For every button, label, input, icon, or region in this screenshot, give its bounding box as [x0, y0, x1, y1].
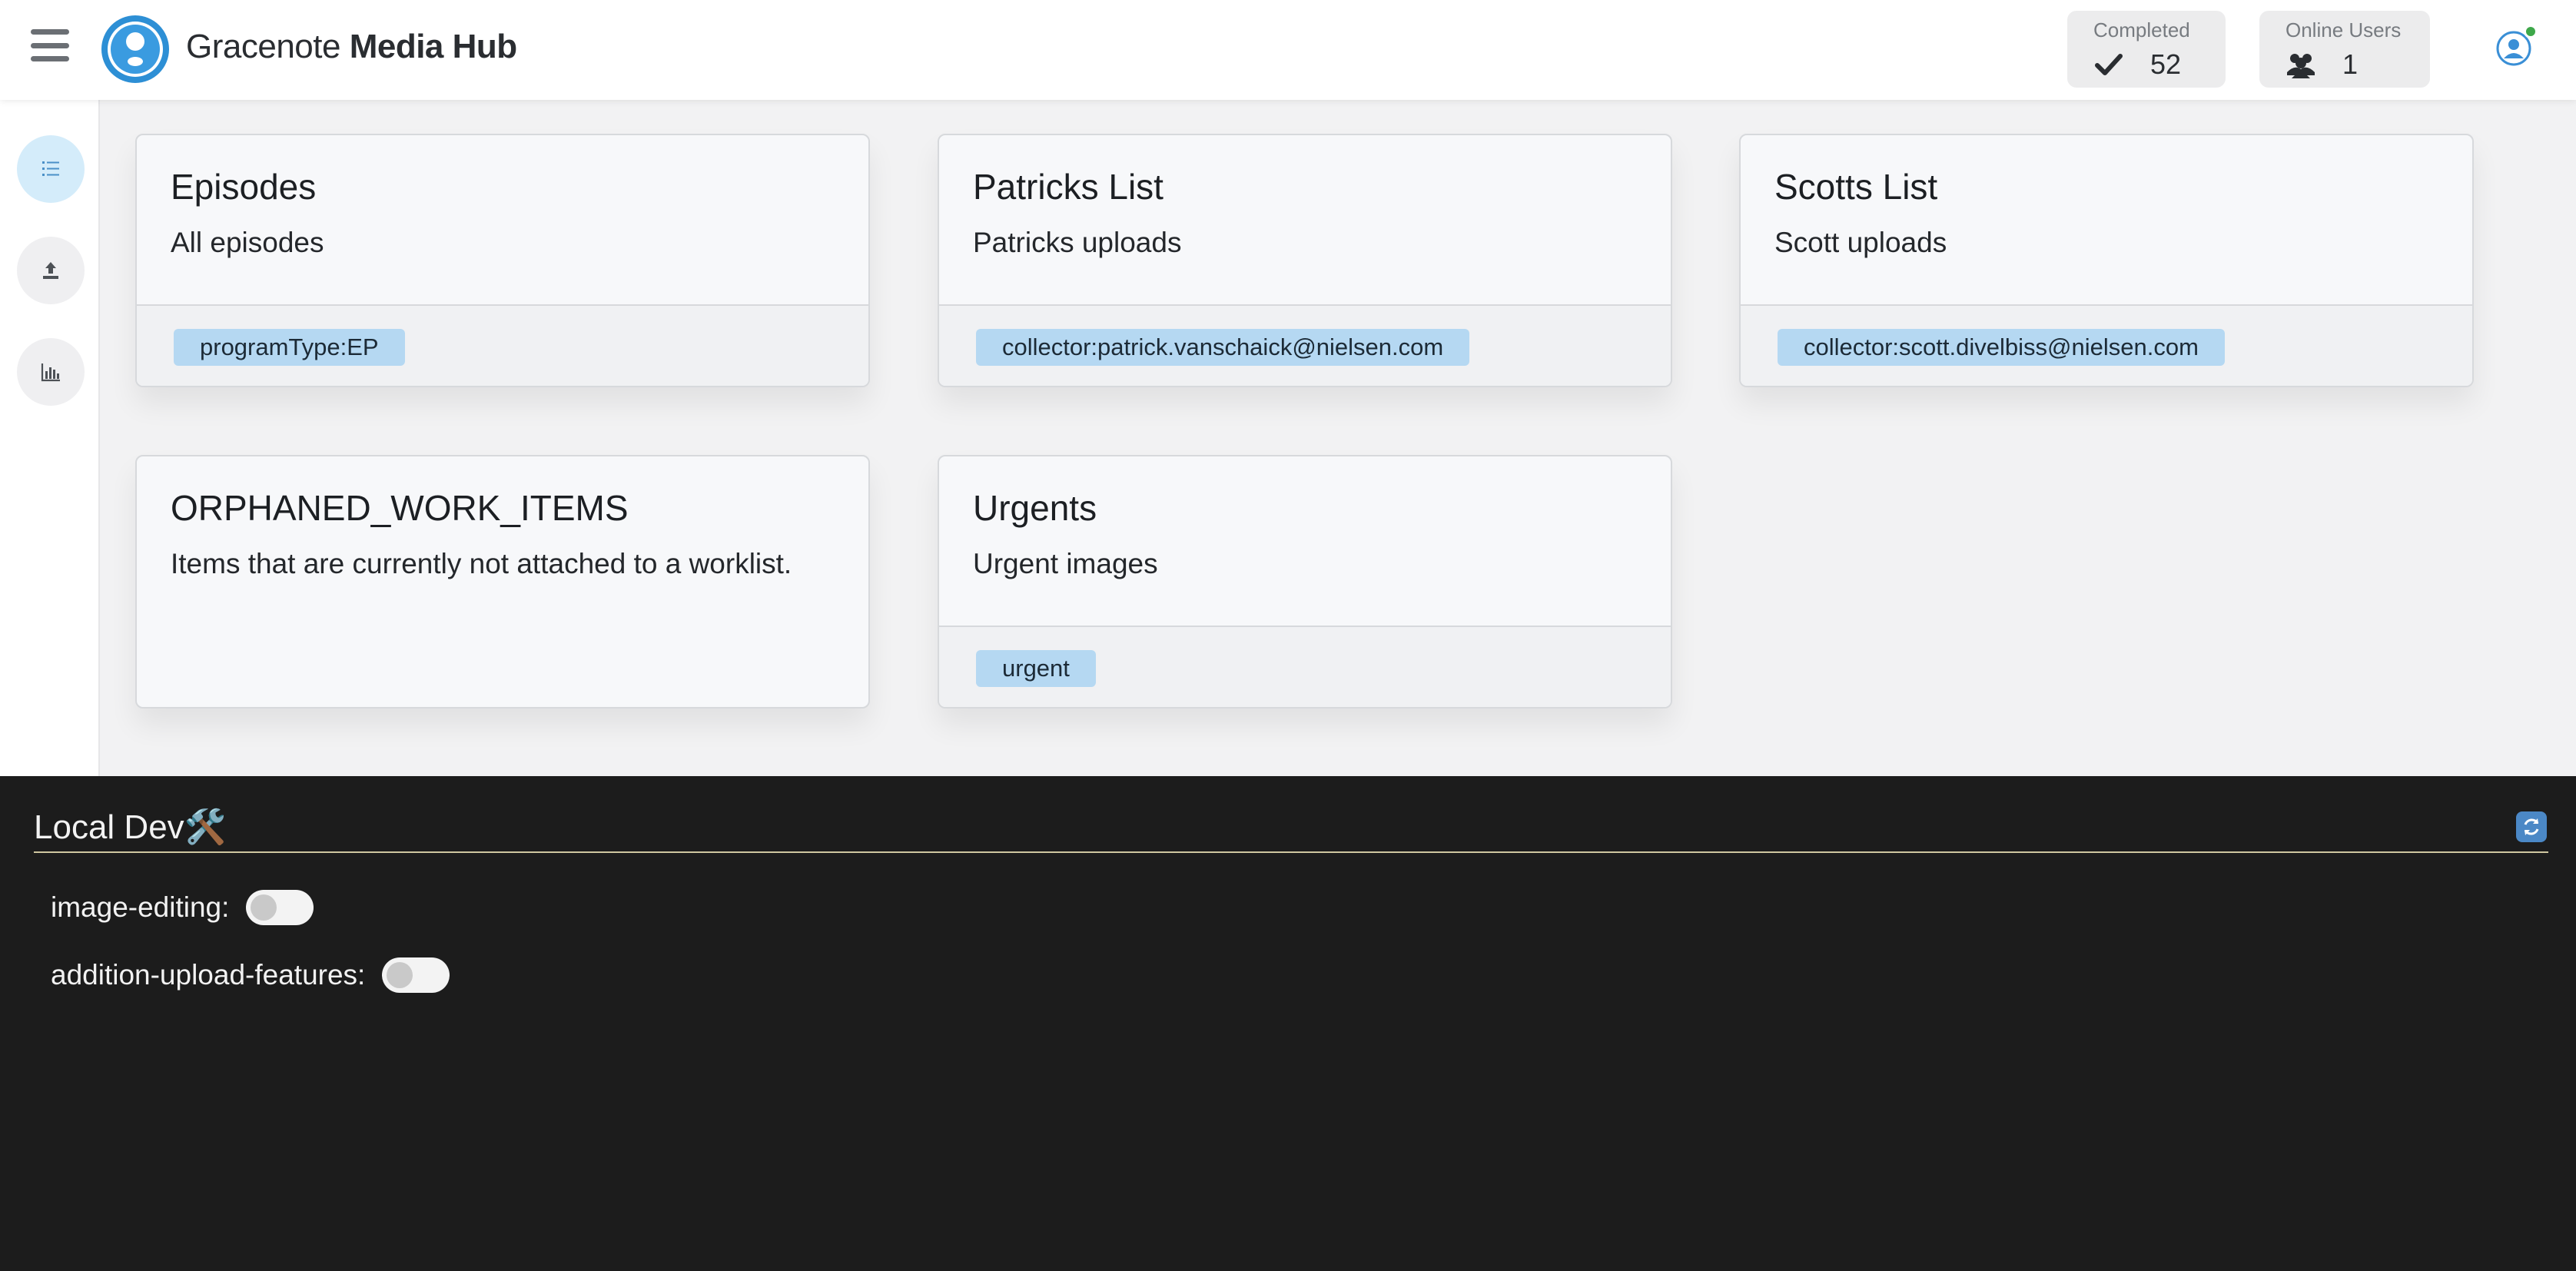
gracenote-logo [101, 15, 169, 83]
card-title: Urgents [973, 488, 1097, 528]
tag-chip: programType:EP [174, 329, 405, 366]
refresh-icon [2524, 818, 2539, 835]
refresh-button[interactable] [2516, 811, 2547, 842]
online-users-count: 1 [2342, 48, 2359, 80]
worklist-card-episodes[interactable]: Episodes All episodes programType:EP [135, 134, 870, 387]
completed-stat: Completed 52 [2067, 11, 2226, 88]
analytics-nav-button[interactable] [17, 338, 85, 406]
card-title: Patricks List [973, 167, 1164, 207]
tag-chip: urgent [976, 650, 1096, 687]
upload-icon [43, 262, 58, 279]
upload-nav-button[interactable] [17, 237, 85, 304]
card-description: Urgent images [973, 548, 1158, 579]
card-footer: urgent [939, 626, 1671, 707]
worklists-nav-button[interactable] [17, 135, 85, 203]
card-footer: collector:patrick.vanschaick@nielsen.com [939, 304, 1671, 386]
card-description: Items that are currently not attached to… [171, 548, 792, 579]
card-title: ORPHANED_WORK_ITEMS [171, 488, 629, 528]
menu-icon[interactable] [31, 29, 69, 61]
worklist-card-patricks-list[interactable]: Patricks List Patricks uploads collector… [938, 134, 1672, 387]
dev-panel-divider [34, 851, 2548, 853]
card-description: Scott uploads [1774, 227, 1947, 258]
worklist-card-urgents[interactable]: Urgents Urgent images urgent [938, 455, 1672, 709]
users-icon [2287, 54, 2315, 78]
flag-row-image-editing: image-editing: [51, 890, 314, 925]
local-dev-panel: Local Dev🛠️ image-editing: addition-uplo… [0, 776, 2576, 1271]
addition-upload-features-toggle[interactable] [382, 957, 450, 993]
image-editing-toggle[interactable] [246, 890, 314, 925]
tag-chip: collector:scott.divelbiss@nielsen.com [1778, 329, 2225, 366]
card-description: All episodes [171, 227, 324, 258]
card-title: Episodes [171, 167, 317, 207]
completed-label: Completed [2093, 18, 2190, 41]
card-footer: programType:EP [137, 304, 868, 386]
left-nav-rail [0, 100, 100, 776]
worklist-card-scotts-list[interactable]: Scotts List Scott uploads collector:scot… [1739, 134, 2474, 387]
flag-label: addition-upload-features: [51, 959, 366, 991]
card-title: Scotts List [1774, 167, 1938, 207]
top-header: Gracenote Media Hub Completed 52 Online … [0, 0, 2576, 100]
toggle-knob [387, 962, 413, 988]
flag-row-addition-upload-features: addition-upload-features: [51, 957, 450, 993]
dev-panel-title: Local Dev🛠️ [34, 808, 227, 846]
online-status-dot [2524, 25, 2538, 38]
tag-chip: collector:patrick.vanschaick@nielsen.com [976, 329, 1470, 366]
app-title: Gracenote Media Hub [186, 28, 517, 66]
check-icon [2095, 54, 2123, 75]
bar-chart-icon [41, 363, 60, 382]
online-users-stat: Online Users 1 [2259, 11, 2430, 88]
completed-count: 52 [2150, 48, 2182, 80]
card-description: Patricks uploads [973, 227, 1182, 258]
worklist-card-orphaned-work-items[interactable]: ORPHANED_WORK_ITEMS Items that are curre… [135, 455, 870, 709]
list-icon [42, 161, 59, 176]
online-users-label: Online Users [2286, 18, 2402, 41]
brand-bold: Media Hub [349, 28, 517, 65]
toggle-knob [251, 894, 277, 921]
flag-label: image-editing: [51, 891, 230, 923]
card-footer: collector:scott.divelbiss@nielsen.com [1741, 304, 2472, 386]
brand-regular: Gracenote [186, 28, 340, 65]
